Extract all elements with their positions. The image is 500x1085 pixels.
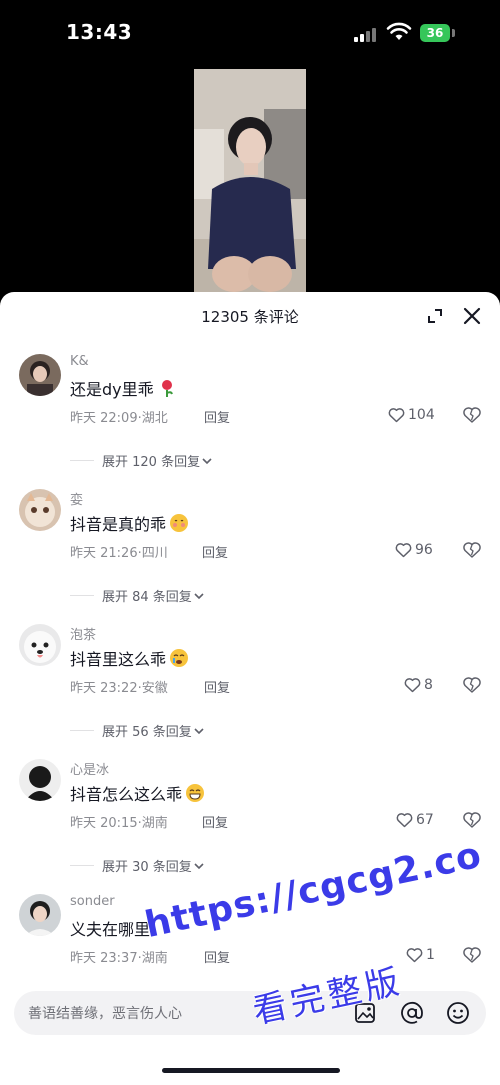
reply-button[interactable]: 回复	[204, 677, 230, 696]
divider-line	[70, 865, 94, 866]
chevron-down-icon	[202, 457, 212, 464]
comment-text: 抖音怎么这么乖	[70, 781, 205, 805]
comment-location: 湖南	[141, 816, 168, 831]
reply-button[interactable]: 回复	[204, 407, 230, 426]
expand-replies-label: 展开 120 条回复	[102, 455, 201, 470]
comment-date: 昨天 23:37	[70, 951, 138, 966]
battery-icon: 36	[420, 24, 450, 42]
comment-date: 昨天 21:26	[70, 546, 138, 561]
expand-replies-label: 展开 56 条回复	[102, 725, 192, 740]
comment-item: K& 还是dy里乖 昨天 22:09·湖北 回复 104 展开 120 条回复	[0, 354, 500, 489]
like-count: 96	[415, 542, 433, 558]
like-count: 1	[426, 947, 435, 963]
grin-emoji-icon	[186, 784, 205, 802]
reply-button[interactable]: 回复	[202, 542, 228, 561]
status-time: 13:43	[66, 20, 133, 44]
comment-text-label: 还是dy里乖	[70, 380, 154, 399]
emoji-icon[interactable]	[446, 1001, 470, 1025]
cellular-signal-icon	[354, 26, 380, 42]
dislike-icon[interactable]	[462, 405, 482, 425]
comment-text-label: 抖音怎么这么乖	[70, 785, 183, 804]
comment-text-label: 抖音是真的乖	[70, 515, 167, 534]
comment-text: 抖音是真的乖	[70, 511, 189, 535]
comment-text: 还是dy里乖	[70, 376, 177, 400]
like-button[interactable]: 1	[406, 945, 462, 965]
shy-emoji-icon	[170, 514, 189, 532]
comment-item: 泡茶 抖音里这么乖 昨天 23:22·安徽 回复 8 展开 56 条回复	[0, 624, 500, 759]
video-frame-image	[194, 69, 306, 295]
like-count: 8	[424, 677, 433, 693]
like-button[interactable]: 104	[388, 405, 444, 425]
divider-line	[70, 460, 94, 461]
heart-icon	[404, 678, 421, 693]
comment-author[interactable]: sonder	[70, 894, 115, 909]
comment-date: 昨天 23:22	[70, 681, 138, 696]
comment-meta: 昨天 20:15·湖南	[70, 816, 168, 831]
expand-replies-button[interactable]: 展开 56 条回复	[70, 721, 206, 740]
chevron-down-icon	[194, 592, 204, 599]
comment-author[interactable]: 娈	[70, 489, 83, 508]
comment-input-placeholder[interactable]: 善语结善缘，恶言伤人心	[28, 1003, 182, 1023]
like-count: 104	[408, 407, 435, 423]
comment-location: 湖南	[141, 951, 168, 966]
comment-location: 四川	[141, 546, 168, 561]
rose-emoji-icon	[161, 380, 173, 397]
comment-location: 湖北	[141, 411, 168, 426]
comment-date: 昨天 20:15	[70, 816, 138, 831]
heart-icon	[406, 948, 423, 963]
avatar[interactable]	[19, 489, 61, 531]
heart-icon	[388, 408, 405, 423]
avatar[interactable]	[19, 354, 61, 396]
wifi-icon	[386, 22, 412, 40]
expand-replies-button[interactable]: 展开 30 条回复	[70, 856, 206, 875]
divider-line	[70, 595, 94, 596]
comment-author[interactable]: 泡茶	[70, 624, 96, 643]
comment-author[interactable]: 心是冰	[70, 759, 109, 778]
comment-meta: 昨天 21:26·四川	[70, 546, 168, 561]
expand-replies-button[interactable]: 展开 120 条回复	[70, 451, 214, 470]
expand-replies-label: 展开 84 条回复	[102, 590, 192, 605]
chevron-down-icon	[194, 727, 204, 734]
dislike-icon[interactable]	[462, 540, 482, 560]
like-count: 67	[416, 812, 434, 828]
like-button[interactable]: 96	[395, 540, 451, 560]
comment-author[interactable]: K&	[70, 354, 89, 369]
mention-icon[interactable]	[400, 1001, 424, 1025]
crying-emoji-icon	[170, 649, 189, 667]
expand-replies-button[interactable]: 展开 84 条回复	[70, 586, 206, 605]
expand-replies-label: 展开 30 条回复	[102, 860, 192, 875]
divider-line	[70, 730, 94, 731]
battery-tip	[452, 29, 455, 37]
avatar[interactable]	[19, 894, 61, 936]
avatar[interactable]	[19, 759, 61, 801]
like-button[interactable]: 67	[396, 810, 452, 830]
comment-item: 娈 抖音是真的乖 昨天 21:26·四川 回复 96 展开 84 条回复	[0, 489, 500, 624]
comment-text: 义夫在哪里	[70, 916, 150, 940]
comment-text-label: 抖音里这么乖	[70, 650, 167, 669]
like-button[interactable]: 8	[404, 675, 460, 695]
comment-text-label: 义夫在哪里	[70, 920, 151, 939]
fullscreen-icon[interactable]	[426, 307, 444, 325]
comment-meta: 昨天 23:37·湖南	[70, 951, 168, 966]
home-indicator	[162, 1068, 340, 1073]
dislike-icon[interactable]	[462, 675, 482, 695]
dislike-icon[interactable]	[462, 945, 482, 965]
comments-count-title: 12305 条评论	[201, 308, 299, 326]
comment-text: 抖音里这么乖	[70, 646, 189, 670]
reply-button[interactable]: 回复	[204, 947, 230, 966]
heart-icon	[395, 543, 412, 558]
status-bar: 13:43 36	[0, 0, 500, 70]
comment-meta: 昨天 23:22·安徽	[70, 681, 168, 696]
dislike-icon[interactable]	[462, 810, 482, 830]
close-icon[interactable]	[462, 306, 482, 326]
comments-sheet: 12305 条评论 K& 还是dy里乖 昨天 22:09·湖北 回复 104 展…	[0, 292, 500, 1085]
avatar[interactable]	[19, 624, 61, 666]
comment-location: 安徽	[141, 681, 168, 696]
chevron-down-icon	[194, 862, 204, 869]
reply-button[interactable]: 回复	[202, 812, 228, 831]
heart-icon	[396, 813, 413, 828]
video-player[interactable]	[194, 69, 306, 295]
comment-date: 昨天 22:09	[70, 411, 138, 426]
comment-meta: 昨天 22:09·湖北	[70, 411, 168, 426]
